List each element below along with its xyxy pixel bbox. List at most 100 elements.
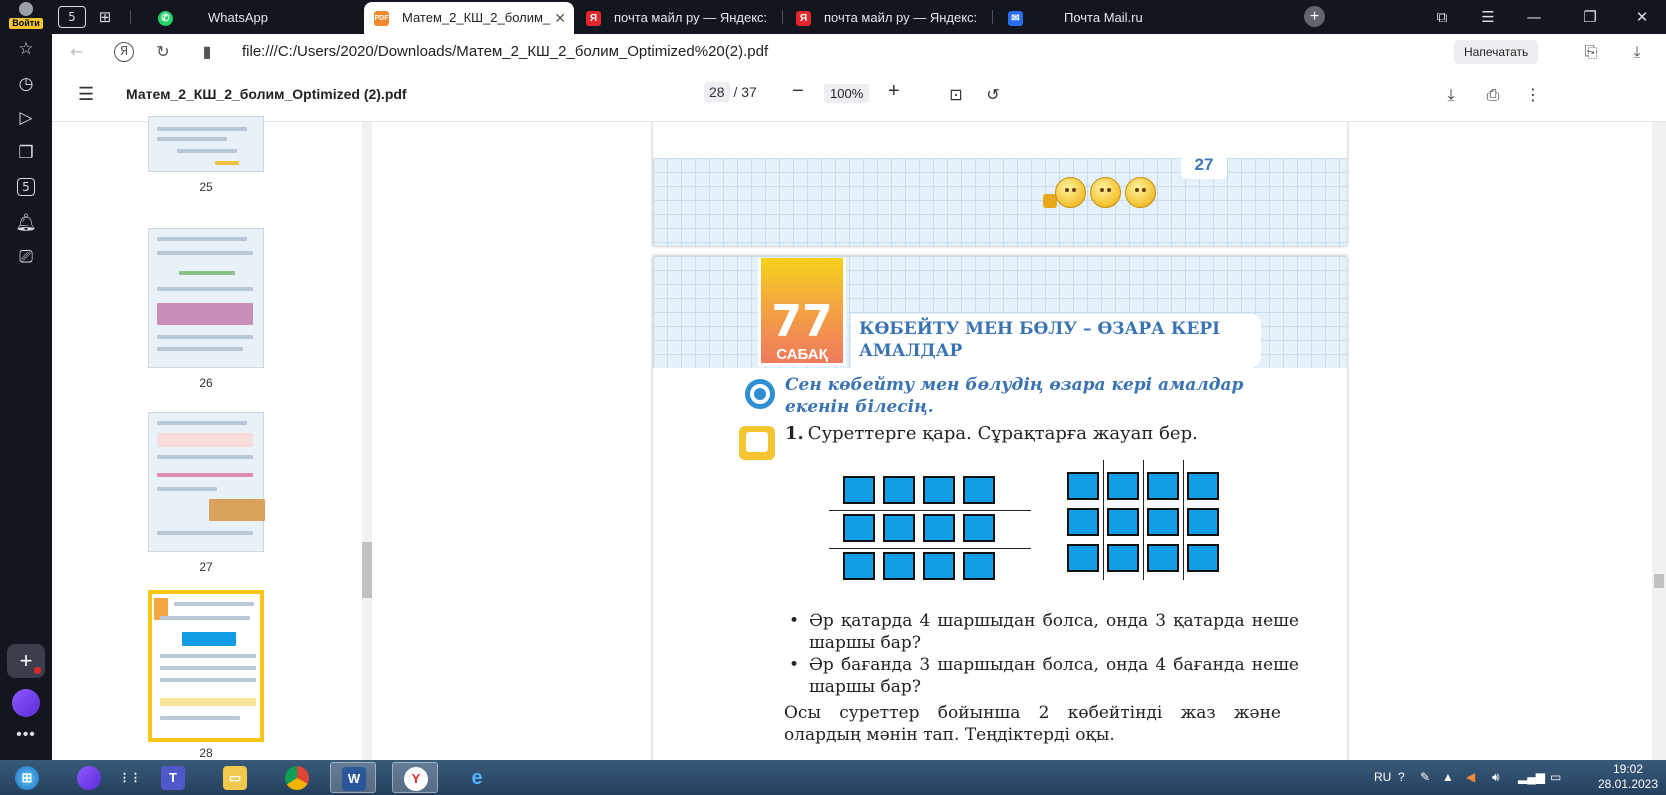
close-icon[interactable]: ✕ [554, 2, 566, 34]
ie-icon[interactable]: e [454, 762, 500, 793]
new-folder-icon[interactable]: ⊞ [92, 5, 118, 29]
screenshot-icon[interactable]: ⎚ [14, 245, 38, 269]
signal-icon[interactable]: ▂▄▆ [1518, 760, 1545, 795]
url-field[interactable]: file:///C:/Users/2020/Downloads/Матем_2_… [242, 34, 768, 70]
square [963, 552, 995, 580]
collections-icon[interactable]: ❐ [14, 141, 38, 165]
thumb-line [157, 473, 253, 477]
download-icon[interactable]: ⤓ [1440, 84, 1462, 106]
print-icon[interactable]: ⎙ [1482, 84, 1504, 106]
minimize-icon[interactable]: — [1522, 5, 1546, 29]
download-icon[interactable]: ⤓ [1626, 41, 1648, 63]
window-close-icon[interactable]: ✕ [1630, 5, 1654, 29]
alice-icon[interactable] [66, 762, 112, 793]
document-viewer: 27 77 САБАҚ КӨБЕЙТУ МЕН БӨЛУ – ӨЗАРА КЕР… [372, 122, 1666, 760]
tab-label: Почта Mail.ru [1064, 10, 1143, 25]
chrome-icon[interactable] [274, 762, 320, 793]
play-icon[interactable]: ▷ [14, 106, 38, 130]
windows-start-icon[interactable]: ⊞ [4, 762, 50, 793]
help-icon[interactable]: ? [1398, 760, 1405, 795]
page-input[interactable]: 28 [704, 82, 730, 102]
explorer-icon[interactable]: ▭ [212, 762, 258, 793]
tab-separator [992, 10, 993, 24]
square [1187, 544, 1219, 572]
thumbnail-label: 27 [199, 560, 213, 574]
document-scrollbar[interactable] [1652, 122, 1666, 760]
thumbnail-page-25[interactable] [148, 116, 264, 172]
yandex-icon: Я [586, 11, 601, 26]
tab-separator [130, 10, 131, 24]
column-divider [1103, 460, 1104, 580]
bell-icon[interactable]: 🔔︎ [14, 211, 38, 235]
alice-icon[interactable] [12, 689, 40, 717]
square [1147, 544, 1179, 572]
more-icon[interactable]: ••• [14, 726, 38, 744]
bullet-dot: • [789, 655, 800, 675]
thumb-line [157, 127, 247, 131]
column-divider [1183, 460, 1184, 580]
scrollbar-thumb[interactable] [362, 542, 372, 598]
square [883, 552, 915, 580]
rotate-icon[interactable]: ↺ [982, 84, 1004, 106]
bullet-dot: • [789, 611, 800, 631]
tab-pdf[interactable]: PDF Матем_2_КШ_2_болим_ ✕ [364, 2, 574, 34]
thumb-line [157, 335, 253, 339]
scrollbar-thumb[interactable] [1654, 574, 1664, 588]
clock[interactable]: 19:02 28.01.2023 [1596, 762, 1660, 792]
star-icon[interactable]: ☆ [14, 37, 38, 61]
thumb-line [160, 678, 256, 682]
thumbnail-page-27[interactable] [148, 412, 265, 552]
square [923, 476, 955, 504]
notification-icon[interactable]: ◀ [1466, 760, 1475, 795]
teams-icon[interactable]: T [150, 762, 196, 793]
thumbnail-page-26[interactable] [148, 228, 264, 368]
square [1147, 508, 1179, 536]
thumb-line [160, 698, 256, 706]
new-tab-button[interactable]: + [1304, 6, 1325, 27]
thumbnail-page-28[interactable] [148, 590, 264, 742]
pen-icon[interactable]: ✎ [1420, 760, 1430, 795]
zoom-out-button[interactable]: − [792, 80, 804, 103]
volume-icon[interactable]: 🔊︎ [1492, 760, 1500, 795]
history-icon[interactable]: ◷ [14, 72, 38, 96]
tab-manager-icon[interactable]: ⧉ [1430, 5, 1454, 29]
tray-arrow-icon[interactable]: ▲ [1442, 760, 1454, 795]
thumbnail-pane: 25 26 27 28 [52, 116, 372, 760]
tab-whatsapp[interactable]: ✆ WhatsApp [148, 2, 338, 34]
add-panel-button[interactable]: + [7, 644, 45, 678]
zoom-level[interactable]: 100% [824, 84, 870, 103]
thumbnail-label: 25 [199, 180, 213, 194]
reader-icon[interactable]: ⎘ [1580, 41, 1602, 63]
tab-yandex-2[interactable]: Я почта майл ру — Яндекс: [786, 2, 986, 34]
thumbnail-label: 28 [199, 746, 213, 760]
question-text: Әр бағанда 3 шаршыдан болса, онда 4 баға… [809, 655, 1299, 697]
tabs-counter-button[interactable]: 5 [58, 6, 86, 28]
square [923, 552, 955, 580]
battery-icon[interactable]: ▭ [1550, 760, 1561, 795]
yandex-browser-icon[interactable]: Y [392, 762, 438, 793]
thumbnail-scrollbar[interactable] [362, 122, 372, 760]
file-icon: ▮ [202, 42, 212, 61]
more-options-icon[interactable]: ⋮ [1522, 84, 1544, 106]
zoom-in-button[interactable]: + [888, 80, 900, 103]
tab-label: Матем_2_КШ_2_болим_ [402, 10, 551, 25]
login-button[interactable]: Войти [9, 2, 43, 30]
apps-grid-icon[interactable]: ⋮⋮ [116, 762, 141, 793]
reload-icon[interactable]: ↻ [152, 41, 174, 63]
tab-mail[interactable]: ✉ Почта Mail.ru [998, 2, 1198, 34]
tab-yandex-1[interactable]: Я почта майл ру — Яндекс: [576, 2, 776, 34]
menu-icon[interactable]: ☰ [1476, 5, 1500, 29]
whatsapp-icon: ✆ [158, 11, 173, 26]
maximize-icon[interactable]: ❐ [1578, 5, 1602, 29]
fit-page-icon[interactable]: ⊡ [945, 84, 967, 106]
back-icon[interactable]: ← [66, 41, 88, 63]
print-button[interactable]: Напечатать [1454, 40, 1539, 64]
sidebar-menu-icon[interactable]: ☰ [78, 84, 94, 105]
smiley-icon [1055, 177, 1086, 208]
lesson-badge: 77 САБАҚ [758, 258, 846, 366]
word-icon[interactable]: W [330, 762, 376, 793]
yandex-logo-icon[interactable]: Я [114, 42, 134, 62]
language-indicator[interactable]: RU [1374, 760, 1391, 795]
counter-icon[interactable]: 5 [17, 178, 35, 196]
square [1187, 508, 1219, 536]
